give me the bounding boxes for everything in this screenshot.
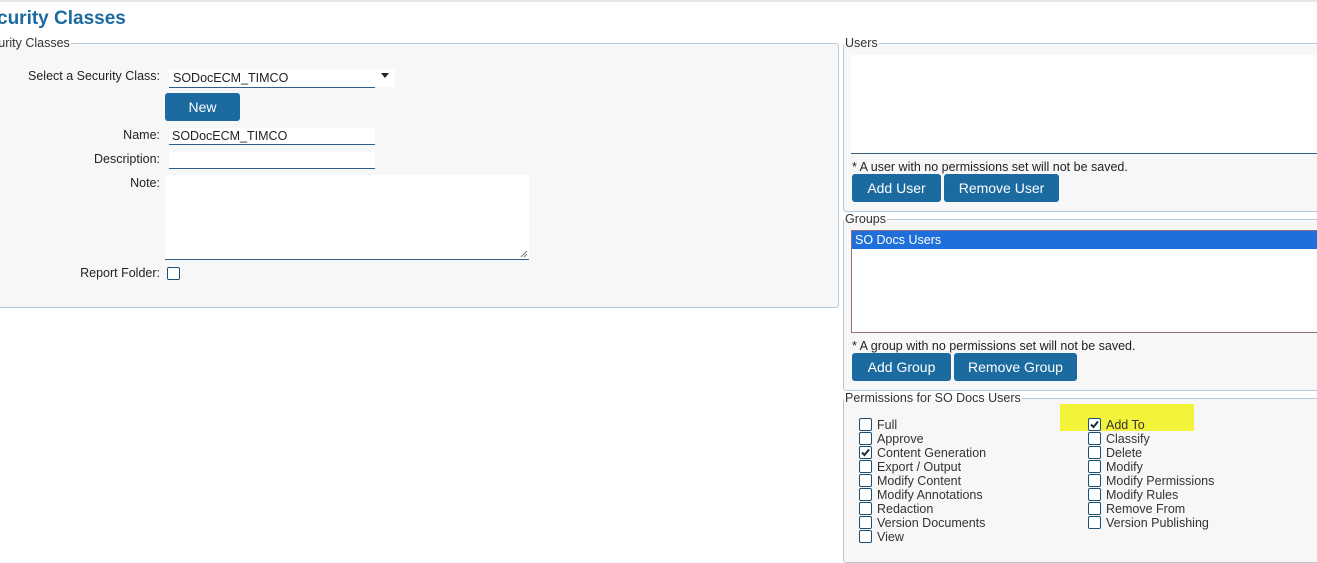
chevron-down-icon[interactable] — [381, 73, 389, 78]
security-class-select[interactable]: SODocECM_TIMCO — [169, 69, 395, 88]
perm-checkbox-remove-from[interactable] — [1088, 502, 1101, 515]
checkmark-icon — [861, 448, 870, 457]
groups-hint: * A group with no permissions set will n… — [852, 339, 1136, 353]
perm-checkbox-modify-permissions[interactable] — [1088, 474, 1101, 487]
remove-group-button[interactable]: Remove Group — [954, 353, 1077, 381]
perm-label-content-generation: Content Generation — [877, 446, 987, 460]
users-hint: * A user with no permissions set will no… — [852, 160, 1128, 174]
perm-label-modify-rules: Modify Rules — [1106, 488, 1179, 502]
groups-legend: Groups — [845, 212, 886, 226]
permissions-legend: Permissions for SO Docs Users — [845, 391, 1021, 405]
perm-label-view: View — [877, 530, 904, 544]
perm-label-delete: Delete — [1106, 446, 1143, 460]
remove-user-button[interactable]: Remove User — [944, 174, 1059, 202]
select-security-class-label: Select a Security Class: — [28, 69, 160, 83]
security-classes-legend: curity Classes — [0, 36, 70, 50]
perm-checkbox-full[interactable] — [859, 418, 872, 431]
users-legend: Users — [845, 36, 878, 50]
perm-checkbox-modify-rules[interactable] — [1088, 488, 1101, 501]
name-input[interactable]: SODocECM_TIMCO — [169, 128, 375, 145]
perm-label-remove-from: Remove From — [1106, 502, 1186, 516]
users-list[interactable] — [851, 55, 1317, 154]
perm-checkbox-modify[interactable] — [1088, 460, 1101, 473]
perm-label-modify-annotations: Modify Annotations — [877, 488, 983, 502]
name-label: Name: — [123, 128, 160, 142]
perm-checkbox-approve[interactable] — [859, 432, 872, 445]
perm-label-version-documents: Version Documents — [877, 516, 986, 530]
perm-checkbox-version-documents[interactable] — [859, 516, 872, 529]
perm-checkbox-classify[interactable] — [1088, 432, 1101, 445]
groups-list-item[interactable]: SO Docs Users — [852, 231, 1317, 249]
perm-label-export-output: Export / Output — [877, 460, 962, 474]
perm-label-version-publishing: Version Publishing — [1106, 516, 1209, 530]
groups-list[interactable]: SO Docs Users — [851, 230, 1317, 333]
select-underline — [169, 87, 375, 88]
resize-grip-icon[interactable] — [520, 250, 528, 258]
report-folder-label: Report Folder: — [80, 266, 160, 280]
description-label: Description: — [94, 152, 160, 166]
note-textarea[interactable] — [165, 175, 529, 260]
checkmark-icon — [1090, 420, 1099, 429]
new-button[interactable]: New — [165, 93, 240, 121]
perm-checkbox-view[interactable] — [859, 530, 872, 543]
perm-checkbox-modify-content[interactable] — [859, 474, 872, 487]
perm-checkbox-content-generation[interactable] — [859, 446, 872, 459]
perm-checkbox-export-output[interactable] — [859, 460, 872, 473]
perm-label-modify-content: Modify Content — [877, 474, 962, 488]
report-folder-checkbox[interactable] — [167, 267, 180, 280]
perm-checkbox-delete[interactable] — [1088, 446, 1101, 459]
description-input[interactable] — [169, 152, 375, 169]
perm-checkbox-add-to[interactable] — [1088, 418, 1101, 431]
perm-label-redaction: Redaction — [877, 502, 934, 516]
perm-checkbox-modify-annotations[interactable] — [859, 488, 872, 501]
perm-checkbox-version-publishing[interactable] — [1088, 516, 1101, 529]
perm-checkbox-redaction[interactable] — [859, 502, 872, 515]
perm-label-approve: Approve — [877, 432, 924, 446]
security-class-select-value: SODocECM_TIMCO — [173, 71, 289, 85]
top-border — [0, 0, 1317, 2]
perm-label-add-to: Add To — [1106, 418, 1145, 432]
add-user-button[interactable]: Add User — [852, 174, 941, 202]
perm-label-modify-permissions: Modify Permissions — [1106, 474, 1215, 488]
page-title: curity Classes — [0, 8, 126, 29]
group-item-label: SO Docs Users — [855, 233, 942, 247]
add-group-button[interactable]: Add Group — [852, 353, 951, 381]
perm-label-classify: Classify — [1106, 432, 1150, 446]
perm-label-modify: Modify — [1106, 460, 1143, 474]
note-label: Note: — [130, 176, 160, 190]
perm-label-full: Full — [877, 418, 898, 432]
